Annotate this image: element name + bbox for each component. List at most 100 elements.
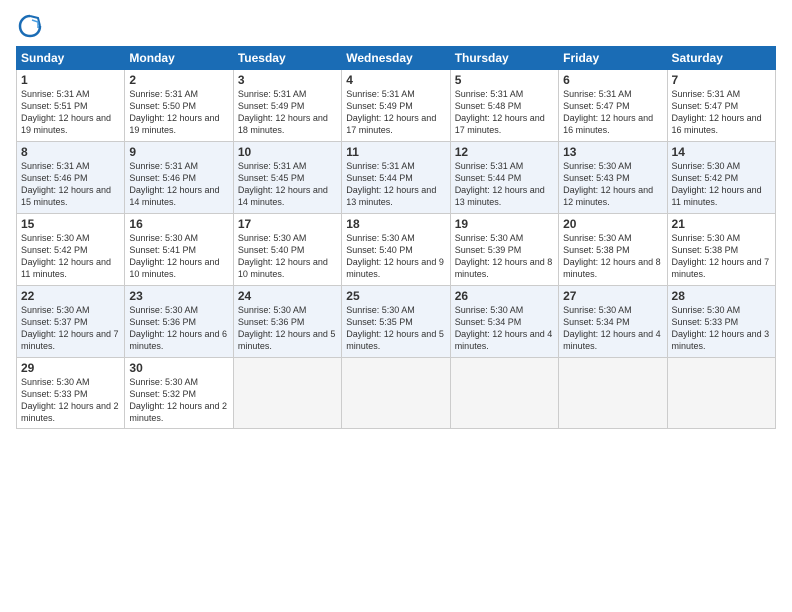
calendar-cell xyxy=(559,358,667,429)
day-info: Sunrise: 5:31 AMSunset: 5:47 PMDaylight:… xyxy=(563,88,662,137)
calendar-cell: 18Sunrise: 5:30 AMSunset: 5:40 PMDayligh… xyxy=(342,214,450,286)
calendar-cell xyxy=(233,358,341,429)
calendar-cell: 4Sunrise: 5:31 AMSunset: 5:49 PMDaylight… xyxy=(342,70,450,142)
day-number: 5 xyxy=(455,73,554,87)
weekday-header-sunday: Sunday xyxy=(17,47,125,70)
calendar-cell: 30Sunrise: 5:30 AMSunset: 5:32 PMDayligh… xyxy=(125,358,233,429)
day-number: 18 xyxy=(346,217,445,231)
day-number: 10 xyxy=(238,145,337,159)
calendar-cell: 19Sunrise: 5:30 AMSunset: 5:39 PMDayligh… xyxy=(450,214,558,286)
calendar-cell: 21Sunrise: 5:30 AMSunset: 5:38 PMDayligh… xyxy=(667,214,775,286)
day-number: 9 xyxy=(129,145,228,159)
calendar-cell: 10Sunrise: 5:31 AMSunset: 5:45 PMDayligh… xyxy=(233,142,341,214)
calendar-cell: 13Sunrise: 5:30 AMSunset: 5:43 PMDayligh… xyxy=(559,142,667,214)
logo-icon xyxy=(16,12,44,40)
calendar-table: SundayMondayTuesdayWednesdayThursdayFrid… xyxy=(16,46,776,429)
day-info: Sunrise: 5:30 AMSunset: 5:37 PMDaylight:… xyxy=(21,304,120,353)
calendar-cell: 14Sunrise: 5:30 AMSunset: 5:42 PMDayligh… xyxy=(667,142,775,214)
day-number: 19 xyxy=(455,217,554,231)
day-number: 14 xyxy=(672,145,771,159)
day-info: Sunrise: 5:31 AMSunset: 5:47 PMDaylight:… xyxy=(672,88,771,137)
day-number: 28 xyxy=(672,289,771,303)
day-number: 7 xyxy=(672,73,771,87)
calendar-cell: 20Sunrise: 5:30 AMSunset: 5:38 PMDayligh… xyxy=(559,214,667,286)
day-number: 25 xyxy=(346,289,445,303)
day-info: Sunrise: 5:30 AMSunset: 5:33 PMDaylight:… xyxy=(21,376,120,425)
day-number: 29 xyxy=(21,361,120,375)
day-info: Sunrise: 5:31 AMSunset: 5:44 PMDaylight:… xyxy=(455,160,554,209)
calendar-cell: 12Sunrise: 5:31 AMSunset: 5:44 PMDayligh… xyxy=(450,142,558,214)
calendar-cell: 16Sunrise: 5:30 AMSunset: 5:41 PMDayligh… xyxy=(125,214,233,286)
calendar-week-1: 1Sunrise: 5:31 AMSunset: 5:51 PMDaylight… xyxy=(17,70,776,142)
calendar-cell: 27Sunrise: 5:30 AMSunset: 5:34 PMDayligh… xyxy=(559,286,667,358)
day-number: 16 xyxy=(129,217,228,231)
day-info: Sunrise: 5:30 AMSunset: 5:42 PMDaylight:… xyxy=(672,160,771,209)
day-info: Sunrise: 5:30 AMSunset: 5:40 PMDaylight:… xyxy=(238,232,337,281)
day-number: 4 xyxy=(346,73,445,87)
calendar-cell: 11Sunrise: 5:31 AMSunset: 5:44 PMDayligh… xyxy=(342,142,450,214)
day-number: 27 xyxy=(563,289,662,303)
calendar-cell: 3Sunrise: 5:31 AMSunset: 5:49 PMDaylight… xyxy=(233,70,341,142)
day-info: Sunrise: 5:30 AMSunset: 5:35 PMDaylight:… xyxy=(346,304,445,353)
day-info: Sunrise: 5:31 AMSunset: 5:46 PMDaylight:… xyxy=(21,160,120,209)
day-number: 17 xyxy=(238,217,337,231)
day-info: Sunrise: 5:30 AMSunset: 5:34 PMDaylight:… xyxy=(455,304,554,353)
calendar-week-5: 29Sunrise: 5:30 AMSunset: 5:33 PMDayligh… xyxy=(17,358,776,429)
calendar-cell: 8Sunrise: 5:31 AMSunset: 5:46 PMDaylight… xyxy=(17,142,125,214)
calendar-cell xyxy=(667,358,775,429)
weekday-header-wednesday: Wednesday xyxy=(342,47,450,70)
day-number: 26 xyxy=(455,289,554,303)
day-info: Sunrise: 5:30 AMSunset: 5:34 PMDaylight:… xyxy=(563,304,662,353)
day-number: 1 xyxy=(21,73,120,87)
day-info: Sunrise: 5:30 AMSunset: 5:36 PMDaylight:… xyxy=(129,304,228,353)
day-number: 21 xyxy=(672,217,771,231)
day-number: 13 xyxy=(563,145,662,159)
day-number: 3 xyxy=(238,73,337,87)
calendar-cell: 22Sunrise: 5:30 AMSunset: 5:37 PMDayligh… xyxy=(17,286,125,358)
weekday-header-row: SundayMondayTuesdayWednesdayThursdayFrid… xyxy=(17,47,776,70)
day-info: Sunrise: 5:31 AMSunset: 5:51 PMDaylight:… xyxy=(21,88,120,137)
page-header xyxy=(16,12,776,40)
day-number: 20 xyxy=(563,217,662,231)
day-info: Sunrise: 5:30 AMSunset: 5:38 PMDaylight:… xyxy=(563,232,662,281)
day-info: Sunrise: 5:31 AMSunset: 5:46 PMDaylight:… xyxy=(129,160,228,209)
calendar-cell: 7Sunrise: 5:31 AMSunset: 5:47 PMDaylight… xyxy=(667,70,775,142)
day-info: Sunrise: 5:31 AMSunset: 5:49 PMDaylight:… xyxy=(238,88,337,137)
day-info: Sunrise: 5:30 AMSunset: 5:36 PMDaylight:… xyxy=(238,304,337,353)
day-info: Sunrise: 5:31 AMSunset: 5:48 PMDaylight:… xyxy=(455,88,554,137)
calendar-cell: 25Sunrise: 5:30 AMSunset: 5:35 PMDayligh… xyxy=(342,286,450,358)
day-info: Sunrise: 5:30 AMSunset: 5:42 PMDaylight:… xyxy=(21,232,120,281)
day-info: Sunrise: 5:30 AMSunset: 5:32 PMDaylight:… xyxy=(129,376,228,425)
day-number: 2 xyxy=(129,73,228,87)
day-info: Sunrise: 5:30 AMSunset: 5:39 PMDaylight:… xyxy=(455,232,554,281)
calendar-cell xyxy=(342,358,450,429)
day-info: Sunrise: 5:31 AMSunset: 5:45 PMDaylight:… xyxy=(238,160,337,209)
day-number: 24 xyxy=(238,289,337,303)
day-number: 11 xyxy=(346,145,445,159)
day-info: Sunrise: 5:30 AMSunset: 5:38 PMDaylight:… xyxy=(672,232,771,281)
day-number: 15 xyxy=(21,217,120,231)
calendar-cell: 6Sunrise: 5:31 AMSunset: 5:47 PMDaylight… xyxy=(559,70,667,142)
weekday-header-tuesday: Tuesday xyxy=(233,47,341,70)
day-number: 22 xyxy=(21,289,120,303)
weekday-header-saturday: Saturday xyxy=(667,47,775,70)
day-info: Sunrise: 5:30 AMSunset: 5:41 PMDaylight:… xyxy=(129,232,228,281)
calendar-cell: 2Sunrise: 5:31 AMSunset: 5:50 PMDaylight… xyxy=(125,70,233,142)
day-number: 8 xyxy=(21,145,120,159)
calendar-cell: 26Sunrise: 5:30 AMSunset: 5:34 PMDayligh… xyxy=(450,286,558,358)
calendar-cell: 28Sunrise: 5:30 AMSunset: 5:33 PMDayligh… xyxy=(667,286,775,358)
day-info: Sunrise: 5:31 AMSunset: 5:44 PMDaylight:… xyxy=(346,160,445,209)
calendar-page: SundayMondayTuesdayWednesdayThursdayFrid… xyxy=(0,0,792,612)
day-number: 6 xyxy=(563,73,662,87)
weekday-header-monday: Monday xyxy=(125,47,233,70)
day-number: 23 xyxy=(129,289,228,303)
day-number: 12 xyxy=(455,145,554,159)
calendar-cell: 23Sunrise: 5:30 AMSunset: 5:36 PMDayligh… xyxy=(125,286,233,358)
calendar-cell: 15Sunrise: 5:30 AMSunset: 5:42 PMDayligh… xyxy=(17,214,125,286)
weekday-header-thursday: Thursday xyxy=(450,47,558,70)
day-info: Sunrise: 5:30 AMSunset: 5:43 PMDaylight:… xyxy=(563,160,662,209)
calendar-cell: 24Sunrise: 5:30 AMSunset: 5:36 PMDayligh… xyxy=(233,286,341,358)
calendar-cell: 9Sunrise: 5:31 AMSunset: 5:46 PMDaylight… xyxy=(125,142,233,214)
day-number: 30 xyxy=(129,361,228,375)
day-info: Sunrise: 5:30 AMSunset: 5:33 PMDaylight:… xyxy=(672,304,771,353)
